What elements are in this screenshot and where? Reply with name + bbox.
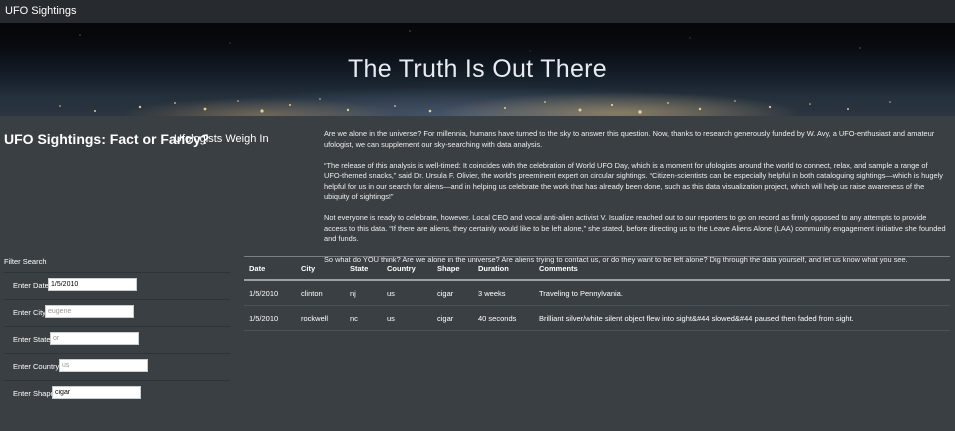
cell-duration: 40 seconds: [473, 305, 534, 331]
city-input[interactable]: [45, 305, 134, 318]
cell-date: 1/5/2010: [244, 305, 296, 331]
filter-item-state: Enter State: [4, 326, 230, 353]
article-paragraph: Are we alone in the universe? For millen…: [324, 129, 935, 149]
filter-item-shape: Enter Shape: [4, 380, 230, 407]
cell-city: rockwell: [296, 305, 345, 331]
column-header-city: City: [296, 256, 345, 281]
filter-label-date: Enter Date: [13, 281, 49, 290]
filter-label-state: Enter State: [13, 335, 51, 344]
cell-city: clinton: [296, 280, 345, 306]
country-input[interactable]: [59, 359, 148, 372]
cell-comments: Brilliant silver/white silent object fle…: [534, 305, 950, 331]
cell-country: us: [382, 305, 432, 331]
hero-title: The Truth Is Out There: [347, 55, 608, 83]
table-header-row: Date City State Country Shape Duration C…: [244, 256, 950, 281]
column-header-duration: Duration: [473, 256, 534, 281]
navbar: UFO Sightings: [0, 0, 955, 23]
cell-shape: cigar: [432, 280, 473, 306]
column-header-comments: Comments: [534, 256, 950, 281]
table-row: 1/5/2010 rockwell nc us cigar 40 seconds…: [244, 305, 950, 331]
column-header-state: State: [345, 256, 382, 281]
article-body: Are we alone in the universe? For millen…: [324, 129, 946, 276]
sightings-table: Date City State Country Shape Duration C…: [244, 256, 950, 331]
navbar-brand-link[interactable]: UFO Sightings: [5, 5, 77, 17]
filter-panel: Filter Search Enter Date Enter City Ente…: [0, 254, 231, 414]
article-paragraph: “The release of this analysis is well-ti…: [324, 160, 943, 202]
filter-item-date: Enter Date: [4, 272, 230, 299]
column-header-country: Country: [382, 256, 432, 281]
filter-label-shape: Enter Shape: [13, 389, 55, 398]
cell-state: nj: [345, 280, 382, 306]
filter-item-city: Enter City: [4, 299, 230, 326]
filter-label-city: Enter City: [13, 308, 46, 317]
column-header-date: Date: [244, 256, 296, 281]
state-input[interactable]: [50, 332, 139, 345]
filter-title: Filter Search: [4, 257, 47, 266]
cell-state: nc: [345, 305, 382, 331]
cell-duration: 3 weeks: [473, 280, 534, 306]
table-row: 1/5/2010 clinton nj us cigar 3 weeks Tra…: [244, 280, 950, 306]
hero-banner: The Truth Is Out There: [0, 23, 955, 116]
filter-label-country: Enter Country: [13, 362, 60, 371]
cell-shape: cigar: [432, 305, 473, 331]
shape-input[interactable]: [52, 386, 141, 399]
column-header-shape: Shape: [432, 256, 473, 281]
sightings-table-container: Date City State Country Shape Duration C…: [244, 256, 950, 331]
cell-country: us: [382, 280, 432, 306]
filter-item-country: Enter Country: [4, 353, 230, 380]
cell-comments: Traveling to Pennylvania.: [534, 280, 950, 306]
cell-date: 1/5/2010: [244, 280, 296, 306]
page-subheading: Ufologists Weigh In: [174, 133, 269, 145]
date-input[interactable]: [48, 278, 137, 291]
article-paragraph: Not everyone is ready to celebrate, howe…: [324, 213, 946, 243]
